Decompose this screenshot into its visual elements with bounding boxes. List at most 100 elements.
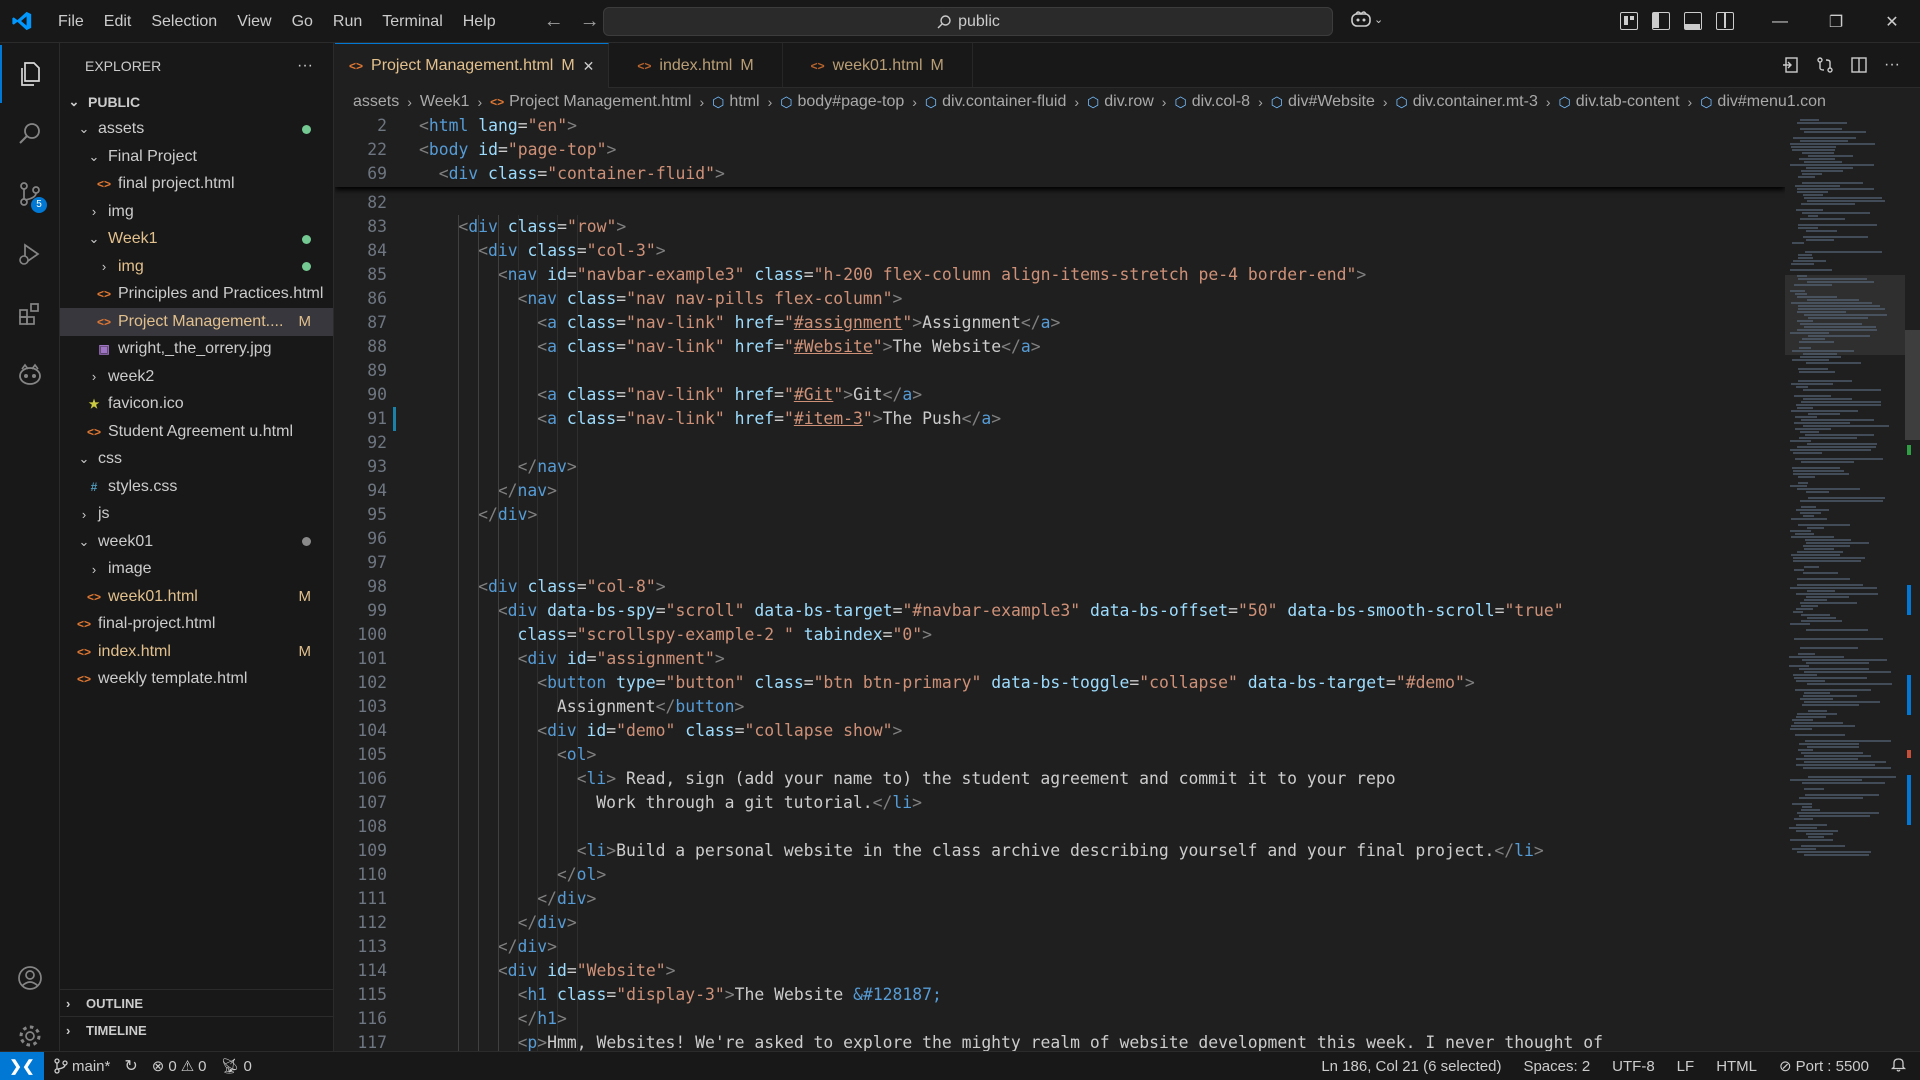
explorer-icon[interactable] (0, 45, 60, 103)
breadcrumb-item[interactable]: ⬡ div.tab-content (1559, 93, 1680, 111)
outline-section[interactable]: › OUTLINE (60, 989, 334, 1016)
code-line[interactable]: 109 <li>Build a personal website in the c… (335, 839, 1785, 863)
tree-folder[interactable]: ⌄ css (60, 446, 333, 474)
code-line[interactable]: 106 <li> Read, sign (add your name to) th… (335, 767, 1785, 791)
code-line[interactable]: 82 (335, 191, 1785, 215)
tab-project-management[interactable]: <> Project Management.html M ✕ (335, 43, 610, 88)
compare-changes-icon[interactable] (1816, 56, 1834, 77)
code-line[interactable]: 110 </ol> (335, 863, 1785, 887)
breadcrumb-item[interactable]: ⬡ div.row (1087, 93, 1154, 111)
tree-file[interactable]: <> weekly template.html (60, 666, 333, 694)
toggle-secondary-sidebar-icon[interactable] (1716, 12, 1734, 30)
breadcrumb-item[interactable]: <> Project Management.html (490, 93, 691, 111)
minimize-button[interactable]: — (1752, 0, 1808, 43)
code-line[interactable]: 101 <div id="assignment"> (335, 647, 1785, 671)
tree-file[interactable]: ▣ wright,_the_orrery.jpg (60, 336, 333, 364)
code-line[interactable]: 100 class="scrollspy-example-2 " tabindex… (335, 623, 1785, 647)
code-line[interactable]: 105 <ol> (335, 743, 1785, 767)
breadcrumb-item[interactable]: ⬡ div#menu1.con (1700, 93, 1826, 111)
tree-folder[interactable]: ⌄ Final Project (60, 143, 333, 171)
extensions-icon[interactable] (0, 285, 60, 343)
scrollbar-thumb[interactable] (1905, 330, 1920, 440)
code-line[interactable]: 90 <a class="nav-link" href="#Git">Git</a… (335, 383, 1785, 407)
code-line[interactable]: 92 (335, 431, 1785, 455)
code-line[interactable]: 91 <a class="nav-link" href="#item-3">The… (335, 407, 1785, 431)
split-editor-icon[interactable] (1850, 56, 1868, 77)
menu-edit[interactable]: Edit (94, 0, 142, 43)
close-tab-icon[interactable]: ✕ (583, 58, 595, 75)
tree-folder[interactable]: › img (60, 253, 333, 281)
tree-folder[interactable]: ⌄ Week1 (60, 226, 333, 254)
toggle-primary-sidebar-icon[interactable] (1652, 12, 1670, 30)
ports-indicator[interactable]: 📡︎ 0 (220, 1057, 251, 1076)
code-line[interactable]: 95 </div> (335, 503, 1785, 527)
code-line[interactable]: 108 (335, 815, 1785, 839)
minimap[interactable] (1785, 115, 1905, 1051)
workspace-root-folder[interactable]: ⌄ PUBLIC (60, 88, 333, 116)
tree-file[interactable]: <> week01.html M (60, 583, 333, 611)
more-actions-icon[interactable]: ··· (1884, 56, 1900, 77)
cursor-position[interactable]: Ln 186, Col 21 (6 selected) (1321, 1058, 1501, 1075)
explorer-more-actions-icon[interactable]: ··· (297, 57, 313, 75)
code-line[interactable]: 114 <div id="Website"> (335, 959, 1785, 983)
menu-selection[interactable]: Selection (141, 0, 227, 43)
back-arrow-icon[interactable]: ← (544, 10, 564, 33)
tree-file[interactable]: <> Project Management.... M (60, 308, 333, 336)
code-line[interactable]: 102 <button type="button" class="btn btn-… (335, 671, 1785, 695)
breadcrumb-item[interactable]: ⬡ html (712, 93, 759, 111)
problems-indicator[interactable]: ⊗ 0 ⚠ 0 (152, 1057, 207, 1076)
run-debug-icon[interactable] (0, 225, 60, 283)
restore-button[interactable]: ❐ (1808, 0, 1864, 43)
code-line[interactable]: 93 </nav> (335, 455, 1785, 479)
menu-view[interactable]: View (227, 0, 281, 43)
tree-folder[interactable]: ⌄ week01 (60, 528, 333, 556)
code-line[interactable]: 96 (335, 527, 1785, 551)
tree-folder[interactable]: › image (60, 556, 333, 584)
code-line[interactable]: 83 <div class="row"> (335, 215, 1785, 239)
indentation[interactable]: Spaces: 2 (1523, 1058, 1590, 1075)
language-mode[interactable]: HTML (1716, 1058, 1757, 1075)
code-line-sticky[interactable]: 69 <div class="container-fluid"> (335, 162, 1785, 186)
code-line-sticky[interactable]: 22 <body id="page-top"> (335, 138, 1785, 162)
branch-indicator[interactable]: main* (54, 1058, 110, 1075)
copilot-button[interactable]: ⌄ (1350, 10, 1383, 28)
accounts-icon[interactable] (0, 949, 60, 1007)
code-line[interactable]: 87 <a class="nav-link" href="#assignment"… (335, 311, 1785, 335)
menu-file[interactable]: File (48, 0, 94, 43)
vertical-scrollbar[interactable] (1905, 115, 1920, 1051)
code-line[interactable]: 107 Work through a git tutorial.</li> (335, 791, 1785, 815)
breadcrumb-item[interactable]: ⬡ body#page-top (780, 93, 904, 111)
breadcrumb-item[interactable]: ⬡ div.col-8 (1174, 93, 1250, 111)
forward-arrow-icon[interactable]: → (580, 10, 600, 33)
toggle-panel-icon[interactable] (1684, 12, 1702, 30)
tree-file[interactable]: <> final project.html (60, 171, 333, 199)
sticky-scroll-header[interactable]: 2 <html lang="en"> 22 <body id="page-top"> 6… (335, 115, 1785, 187)
remote-indicator-icon[interactable]: ❯❮ (0, 1051, 44, 1080)
code-line[interactable]: 89 (335, 359, 1785, 383)
code-line[interactable]: 94 </nav> (335, 479, 1785, 503)
tree-file[interactable]: <> index.html M (60, 638, 333, 666)
sync-icon[interactable]: ↻ (124, 1056, 137, 1076)
live-server-port[interactable]: ⊘ Port : 5500 (1779, 1057, 1869, 1076)
search-icon[interactable] (0, 105, 60, 163)
source-control-icon[interactable]: 5 (0, 165, 60, 223)
tree-folder[interactable]: › img (60, 198, 333, 226)
code-line[interactable]: 84 <div class="col-3"> (335, 239, 1785, 263)
tree-file[interactable]: <> Student Agreement u.html (60, 418, 333, 446)
code-line[interactable]: 103 Assignment</button> (335, 695, 1785, 719)
code-line[interactable]: 111 </div> (335, 887, 1785, 911)
command-center-search[interactable]: public (603, 7, 1333, 36)
tab-index[interactable]: <> index.html M (609, 43, 783, 88)
github-copilot-icon[interactable] (0, 345, 60, 403)
tab-week01[interactable]: <> week01.html M (783, 43, 973, 88)
end-of-line[interactable]: LF (1677, 1058, 1695, 1075)
close-window-button[interactable]: ✕ (1864, 0, 1920, 43)
encoding[interactable]: UTF-8 (1612, 1058, 1655, 1075)
tree-folder[interactable]: ⌄ assets (60, 116, 333, 144)
code-line[interactable]: 85 <nav id="navbar-example3" class="h-200… (335, 263, 1785, 287)
tree-file[interactable]: # styles.css (60, 473, 333, 501)
code-line[interactable]: 99 <div data-bs-spy="scroll" data-bs-targ… (335, 599, 1785, 623)
code-line[interactable]: 104 <div id="demo" class="collapse show"> (335, 719, 1785, 743)
code-line-sticky[interactable]: 2 <html lang="en"> (335, 115, 1785, 138)
open-preview-icon[interactable] (1782, 56, 1800, 77)
